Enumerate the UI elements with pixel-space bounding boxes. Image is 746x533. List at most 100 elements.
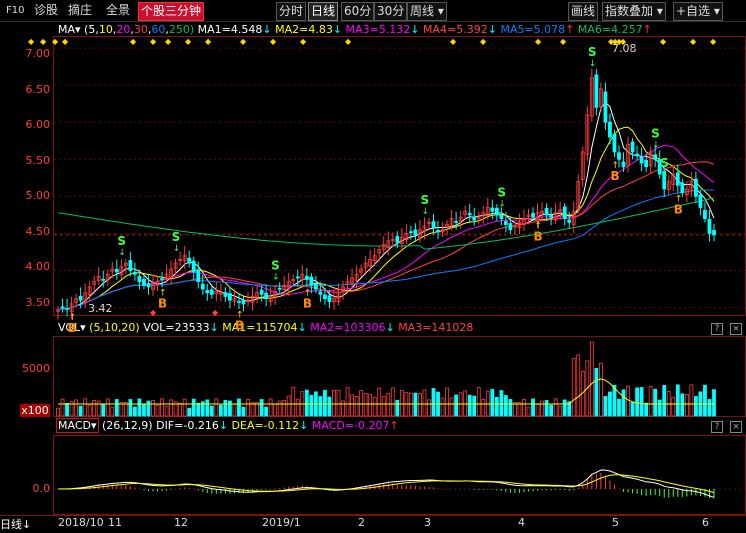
candle-down bbox=[187, 257, 192, 264]
candle-down bbox=[503, 221, 508, 225]
volume-bar-up bbox=[449, 397, 454, 417]
candle-down bbox=[191, 260, 196, 273]
arrow-down-icon: ↓ bbox=[652, 140, 660, 150]
ma30-line bbox=[57, 161, 715, 311]
diamond-marker: ◆ bbox=[205, 37, 212, 46]
volume-bar-up bbox=[463, 390, 468, 417]
volume-bar-down bbox=[675, 384, 680, 417]
candle-down bbox=[644, 159, 649, 168]
buy-signal: B bbox=[610, 169, 619, 183]
sell-signal: S bbox=[588, 45, 597, 59]
volume-bar-down bbox=[241, 406, 246, 417]
diamond-marker: ◆ bbox=[560, 37, 567, 46]
volume-bar-down bbox=[603, 395, 608, 417]
volume-bar-up bbox=[386, 392, 391, 417]
volume-bar-up bbox=[445, 387, 449, 417]
candle-down bbox=[209, 289, 214, 295]
diamond-marker: ◆ bbox=[130, 37, 137, 46]
arrow-down-icon: ↓ bbox=[589, 59, 597, 69]
volume-bar-up bbox=[571, 358, 576, 417]
volume-bar-down bbox=[499, 390, 504, 417]
volume-bar-up bbox=[517, 402, 522, 417]
volume-bar-up bbox=[182, 398, 187, 417]
volume-bar-down bbox=[617, 398, 621, 417]
candle-down bbox=[454, 220, 459, 223]
volume-bar-up bbox=[535, 403, 540, 417]
candle-down bbox=[327, 295, 332, 303]
candle-down bbox=[78, 295, 83, 301]
volume-bar-up bbox=[540, 400, 544, 417]
candle-down bbox=[630, 141, 635, 153]
candle-down bbox=[617, 152, 621, 160]
volume-bar-up bbox=[418, 393, 422, 417]
buy-signal: B bbox=[158, 296, 167, 310]
volume-bar-up bbox=[422, 389, 427, 417]
volume-bar-up bbox=[341, 400, 345, 417]
candle-down bbox=[675, 172, 680, 186]
candle-down bbox=[698, 194, 703, 208]
diamond-marker: ◆ bbox=[450, 37, 457, 46]
volume-bar-down bbox=[657, 399, 662, 417]
volume-bar-up bbox=[476, 387, 481, 417]
diamond-marker: ◆ bbox=[620, 37, 627, 46]
candle-down bbox=[200, 283, 205, 290]
volume-bar-down bbox=[703, 384, 707, 417]
volume-bar-down bbox=[78, 405, 83, 417]
volume-bar-down bbox=[635, 387, 639, 417]
diamond-marker: ◆ bbox=[150, 37, 157, 46]
candle-down bbox=[603, 91, 608, 123]
volume-bar-down bbox=[223, 400, 228, 417]
candle-down bbox=[114, 268, 119, 273]
candle-down bbox=[128, 260, 133, 271]
candle-down bbox=[707, 218, 712, 234]
volume-bar-up bbox=[427, 399, 431, 417]
volume-bar-up bbox=[526, 406, 531, 417]
volume-bar-down bbox=[133, 406, 137, 417]
volume-bar-up bbox=[268, 398, 273, 417]
volume-bar-down bbox=[490, 389, 495, 417]
volume-bar-up bbox=[160, 398, 164, 417]
candle-down bbox=[323, 294, 327, 300]
volume-bar-up bbox=[277, 400, 282, 417]
arrow-down-icon: ↓ bbox=[661, 170, 669, 180]
diamond-marker: ◆ bbox=[660, 37, 667, 46]
arrow-down-icon: ↓ bbox=[421, 207, 429, 217]
candle-down bbox=[544, 207, 549, 216]
volume-bar-up bbox=[350, 394, 354, 417]
candle-down bbox=[639, 156, 644, 164]
candle-down bbox=[712, 230, 716, 236]
volume-bar-down bbox=[503, 395, 508, 417]
volume-bar-down bbox=[323, 389, 327, 417]
diamond-marker: ◆ bbox=[212, 308, 219, 317]
stock-chart[interactable]: S↓S↓S↓S↓S↓S↓S↓S↓↑B↑B↑B↑B↑B↑B↑B◆ ◆ ◆ ◆ ◆ ◆ ◆ ◆ ◆ ◆… bbox=[0, 0, 746, 533]
volume-bar-up bbox=[359, 390, 364, 417]
candle-down bbox=[594, 74, 599, 108]
candle-down bbox=[259, 289, 264, 295]
arrow-down-icon: ↓ bbox=[118, 248, 126, 258]
volume-bar-up bbox=[214, 398, 219, 417]
diamond-marker: ◆ bbox=[165, 37, 172, 46]
volume-bar-up bbox=[56, 407, 60, 417]
buy-signal: B bbox=[303, 296, 312, 310]
candle-down bbox=[395, 236, 400, 243]
ma60-line bbox=[57, 189, 715, 311]
volume-bar-up bbox=[481, 399, 486, 417]
volume-bar-up bbox=[295, 398, 300, 417]
volume-bar-down bbox=[137, 398, 142, 417]
buy-signal: B bbox=[534, 230, 543, 244]
volume-bar-down bbox=[309, 394, 314, 417]
volume-bar-down bbox=[472, 395, 477, 417]
volume-bar-down bbox=[128, 399, 133, 417]
volume-bar-down bbox=[65, 402, 69, 417]
volume-bar-up bbox=[164, 405, 169, 417]
arrow-down-icon: ↓ bbox=[498, 200, 506, 210]
candle-down bbox=[472, 216, 477, 221]
candle-down bbox=[264, 292, 269, 300]
candle-down bbox=[680, 182, 685, 194]
volume-bar-up bbox=[332, 389, 336, 417]
volume-bar-down bbox=[594, 367, 599, 417]
candle-down bbox=[431, 221, 436, 228]
buy-signal: B bbox=[674, 202, 683, 216]
volume-bar-up bbox=[74, 399, 78, 417]
candle-down bbox=[653, 154, 658, 160]
